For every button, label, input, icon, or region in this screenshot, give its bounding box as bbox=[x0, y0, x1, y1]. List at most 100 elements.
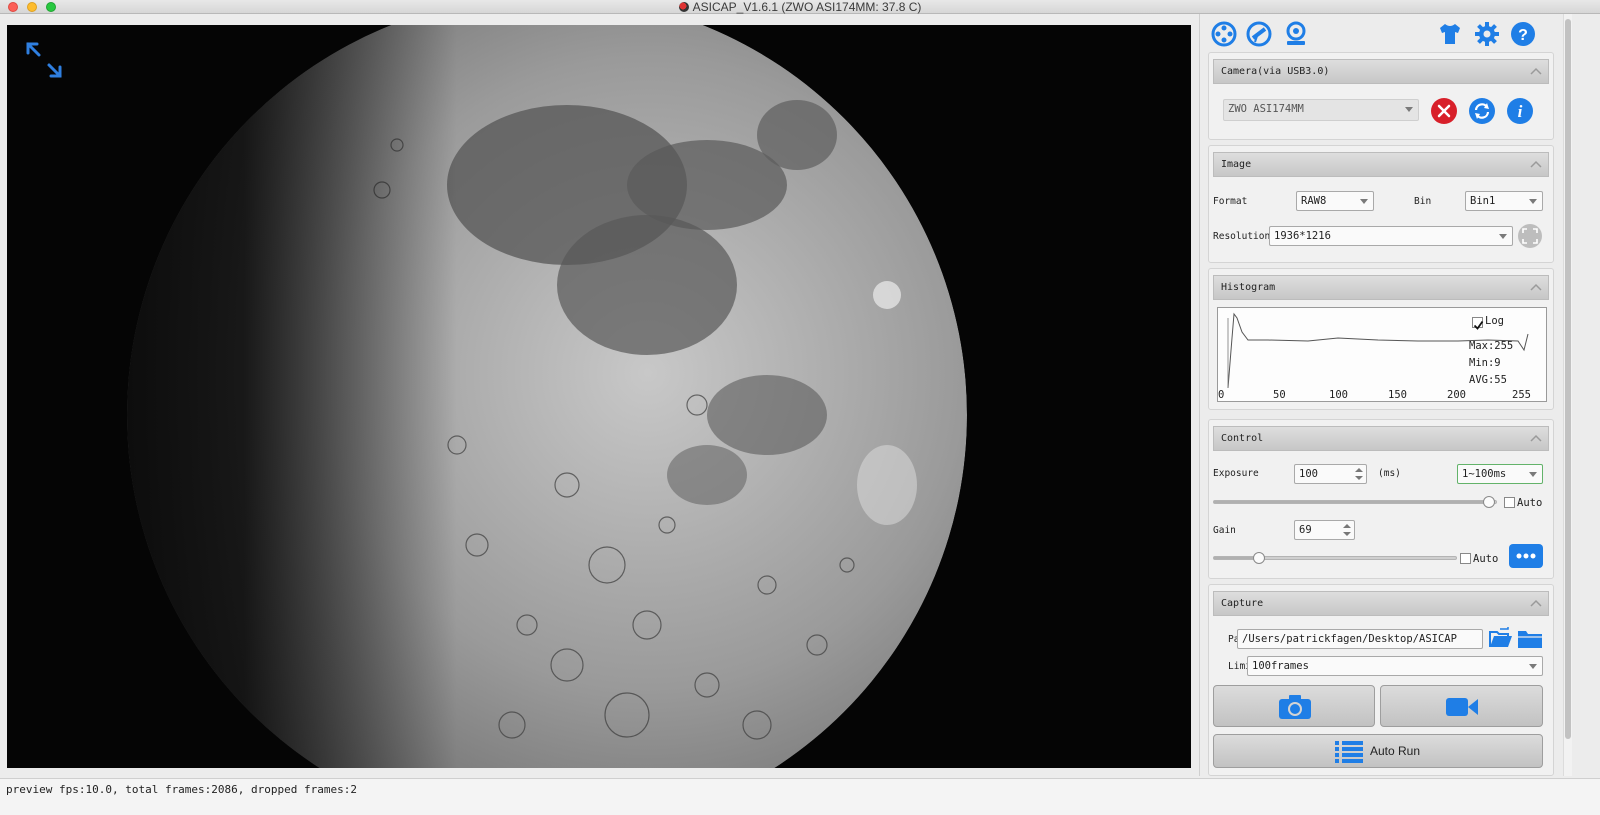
collapse-chevron-icon[interactable] bbox=[1530, 282, 1542, 292]
hist-tick: 150 bbox=[1388, 389, 1407, 401]
format-select[interactable]: RAW8 bbox=[1296, 191, 1374, 211]
control-panel: Control Exposure 100 (ms) 1~100ms Auto G… bbox=[1208, 419, 1554, 579]
exposure-slider-thumb[interactable] bbox=[1483, 496, 1495, 508]
gain-value: 69 bbox=[1299, 524, 1312, 536]
exposure-stepper[interactable] bbox=[1355, 467, 1363, 481]
exposure-auto-checkbox[interactable] bbox=[1504, 497, 1515, 508]
histogram-panel-header[interactable]: Histogram bbox=[1213, 275, 1549, 300]
control-sidebar: ? Camera(via USB3.0) ZWO ASI174MM i Imag… bbox=[1199, 14, 1563, 776]
browse-folder-button[interactable] bbox=[1517, 627, 1543, 651]
close-icon bbox=[1431, 98, 1457, 124]
hist-min: Min:9 bbox=[1469, 357, 1501, 369]
top-toolbar: ? bbox=[1200, 16, 1564, 52]
bin-value: Bin1 bbox=[1470, 195, 1496, 207]
sidebar-scrollbar-thumb[interactable] bbox=[1565, 19, 1571, 739]
disconnect-camera-button[interactable] bbox=[1430, 97, 1458, 125]
log-checkbox[interactable] bbox=[1472, 317, 1484, 330]
window-title: ASICAP_V1.6.1 (ZWO ASI174MM: 37.8 C) bbox=[692, 0, 922, 14]
hist-tick: 50 bbox=[1273, 389, 1286, 401]
control-panel-title: Control bbox=[1221, 433, 1264, 444]
gain-slider-thumb[interactable] bbox=[1253, 552, 1265, 564]
capture-panel-header[interactable]: Capture bbox=[1213, 591, 1549, 616]
more-controls-button[interactable] bbox=[1509, 544, 1543, 568]
status-bar: preview fps:10.0, total frames:2086, dro… bbox=[0, 778, 1600, 815]
help-icon[interactable]: ? bbox=[1509, 20, 1537, 48]
path-input[interactable]: /Users/patrickfagen/Desktop/ASICAP bbox=[1237, 629, 1483, 649]
camera-mount-icon[interactable] bbox=[1282, 20, 1310, 48]
format-value: RAW8 bbox=[1301, 195, 1327, 207]
exposure-slider[interactable] bbox=[1213, 496, 1497, 508]
gain-input[interactable]: 69 bbox=[1294, 520, 1355, 540]
video-camera-icon bbox=[1446, 698, 1478, 716]
gain-slider[interactable] bbox=[1213, 552, 1457, 564]
log-label: Log bbox=[1485, 315, 1504, 327]
exposure-value: 100 bbox=[1299, 468, 1318, 480]
exposure-slider-fill bbox=[1214, 501, 1489, 503]
resolution-value: 1936*1216 bbox=[1274, 230, 1331, 242]
camera-icon bbox=[1279, 695, 1311, 719]
app-icon bbox=[678, 2, 689, 12]
title-bar: ASICAP_V1.6.1 (ZWO ASI174MM: 37.8 C) bbox=[0, 0, 1600, 14]
bin-select[interactable]: Bin1 bbox=[1465, 191, 1543, 211]
hist-tick: 200 bbox=[1447, 389, 1466, 401]
hist-max: Max:255 bbox=[1469, 340, 1514, 352]
gain-auto-checkbox[interactable] bbox=[1460, 553, 1471, 564]
status-text: preview fps:10.0, total frames:2086, dro… bbox=[6, 783, 357, 796]
snapshot-button[interactable] bbox=[1213, 685, 1375, 727]
exposure-range-value: 1~100ms bbox=[1462, 468, 1507, 480]
resolution-select[interactable]: 1936*1216 bbox=[1269, 226, 1513, 246]
record-video-button[interactable] bbox=[1380, 685, 1543, 727]
histogram-chart: Log Max:255 Min:9 AVG:55 0 50 100 150 20… bbox=[1217, 307, 1547, 402]
exposure-unit: (ms) bbox=[1378, 468, 1401, 479]
hist-tick: 100 bbox=[1329, 389, 1348, 401]
refresh-camera-button[interactable] bbox=[1468, 97, 1496, 125]
svg-text:?: ? bbox=[1518, 27, 1528, 44]
image-panel: Image Format RAW8 Bin Bin1 Resolution 19… bbox=[1208, 145, 1554, 263]
control-panel-header[interactable]: Control bbox=[1213, 426, 1549, 451]
histogram-panel-title: Histogram bbox=[1221, 282, 1276, 293]
exposure-label: Exposure bbox=[1213, 468, 1259, 479]
collapse-chevron-icon[interactable] bbox=[1530, 159, 1542, 169]
camera-panel-header[interactable]: Camera(via USB3.0) bbox=[1213, 59, 1549, 84]
collapse-chevron-icon[interactable] bbox=[1530, 598, 1542, 608]
hist-tick: 0 bbox=[1218, 389, 1225, 401]
roi-button[interactable] bbox=[1517, 223, 1543, 249]
collapse-chevron-icon[interactable] bbox=[1530, 66, 1542, 76]
camera-panel: Camera(via USB3.0) ZWO ASI174MM i bbox=[1208, 52, 1554, 140]
film-reel-icon[interactable] bbox=[1210, 20, 1238, 48]
camera-select-value: ZWO ASI174MM bbox=[1228, 103, 1304, 115]
capture-panel-title: Capture bbox=[1221, 598, 1264, 609]
telescope-icon[interactable] bbox=[1245, 20, 1273, 48]
preview-area[interactable] bbox=[7, 25, 1191, 768]
exposure-range-select[interactable]: 1~100ms bbox=[1457, 464, 1543, 484]
camera-panel-title: Camera(via USB3.0) bbox=[1221, 66, 1330, 77]
hist-tick: 255 bbox=[1512, 389, 1531, 401]
info-icon: i bbox=[1507, 98, 1533, 124]
sidebar-scrollbar[interactable] bbox=[1563, 14, 1572, 776]
limit-select[interactable]: 100frames bbox=[1247, 656, 1543, 676]
auto-run-button[interactable]: Auto Run bbox=[1213, 734, 1543, 768]
exposure-auto-label: Auto bbox=[1517, 497, 1543, 509]
fullscreen-expand-icon[interactable] bbox=[25, 41, 63, 79]
auto-run-label: Auto Run bbox=[1370, 744, 1421, 758]
histogram-panel: Histogram Log Max:255 Min:9 AVG:55 0 50 … bbox=[1208, 268, 1554, 410]
moon-image bbox=[7, 25, 1191, 768]
camera-select[interactable]: ZWO ASI174MM bbox=[1223, 99, 1419, 121]
open-folder-button[interactable] bbox=[1488, 627, 1514, 651]
tshirt-theme-icon[interactable] bbox=[1436, 20, 1464, 48]
bin-label: Bin bbox=[1414, 196, 1432, 207]
path-value: /Users/patrickfagen/Desktop/ASICAP bbox=[1242, 633, 1457, 645]
list-icon bbox=[1335, 741, 1363, 763]
camera-info-button[interactable]: i bbox=[1506, 97, 1534, 125]
folder-open-icon bbox=[1489, 627, 1512, 647]
collapse-chevron-icon[interactable] bbox=[1530, 433, 1542, 443]
resolution-label: Resolution bbox=[1213, 231, 1271, 242]
gain-stepper[interactable] bbox=[1343, 523, 1351, 537]
gear-icon[interactable] bbox=[1473, 20, 1501, 48]
app-window: ASICAP_V1.6.1 (ZWO ASI174MM: 37.8 C) ? C… bbox=[0, 0, 1600, 815]
ellipsis-icon bbox=[1516, 553, 1536, 559]
refresh-icon bbox=[1469, 98, 1495, 124]
gain-auto-label: Auto bbox=[1473, 553, 1499, 565]
exposure-input[interactable]: 100 bbox=[1294, 464, 1367, 484]
image-panel-header[interactable]: Image bbox=[1213, 152, 1549, 177]
